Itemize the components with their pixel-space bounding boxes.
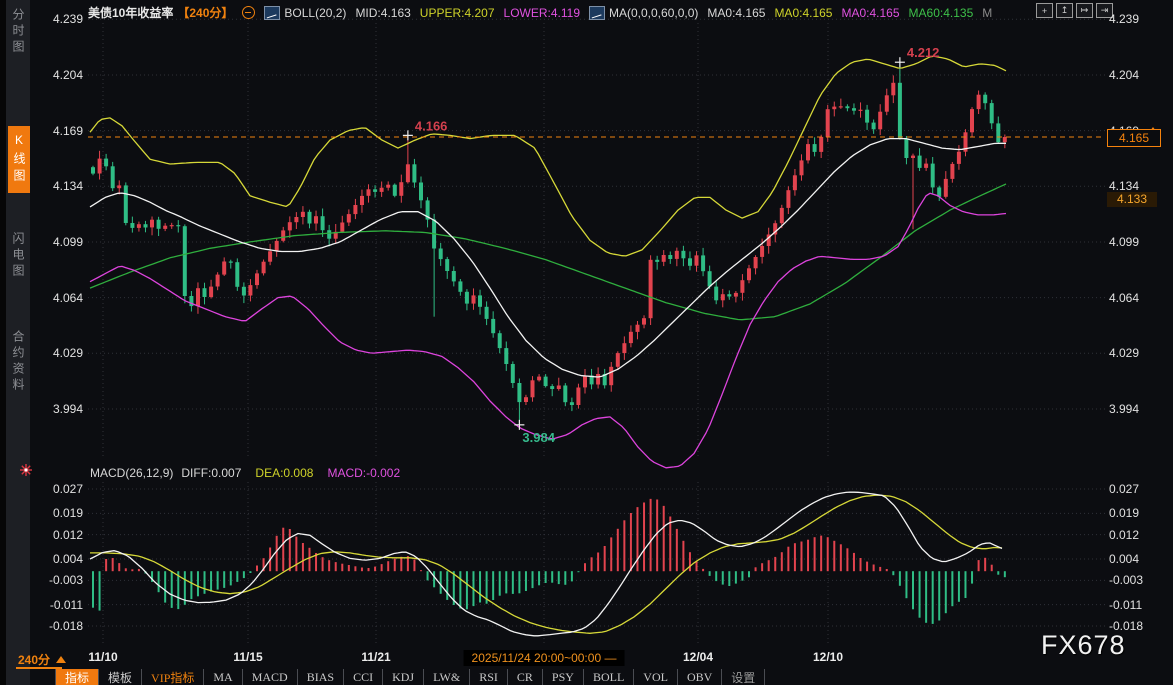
boll-indicator-icon[interactable] xyxy=(264,6,280,20)
axis-label: 0.019 xyxy=(3,506,83,520)
toolbar-button-bias[interactable]: BIAS xyxy=(298,669,344,685)
symbol-title: 美债10年收益率 xyxy=(88,4,173,21)
toolbar-button-kdj[interactable]: KDJ xyxy=(383,669,424,685)
toolbar-button-rsi[interactable]: RSI xyxy=(470,669,508,685)
macd-diff-value: DIFF:0.007 xyxy=(181,466,241,480)
axis-label: 4.029 xyxy=(1109,346,1173,360)
collapse-icon[interactable] xyxy=(242,6,255,19)
boll-upper-value: UPPER:4.207 xyxy=(420,6,495,20)
axis-label: 0.027 xyxy=(3,482,83,496)
macd-header: MACD(26,12,9) DIFF:0.007 DEA:0.008 MACD:… xyxy=(90,466,400,480)
trading-app-window: 4.1664.2123.984 分时图 K线图 闪电图 合约资料 美债10年收益… xyxy=(0,0,1173,685)
date-label: 11/15 xyxy=(233,650,262,664)
axis-label: 3.994 xyxy=(3,402,83,416)
ma-suffix: M xyxy=(982,6,992,20)
axis-label: -0.003 xyxy=(3,573,83,587)
macd-dea-value: DEA:0.008 xyxy=(255,466,313,480)
macd-layer xyxy=(90,492,1005,636)
timeframe-selector[interactable]: 240分 xyxy=(18,651,66,668)
current-price-badge: 4.165 xyxy=(1107,129,1161,147)
axis-label: -0.018 xyxy=(3,619,83,633)
axis-label: -0.011 xyxy=(3,598,83,612)
ma0-yellow-value: MA0:4.165 xyxy=(774,6,832,20)
toolbar-button-macd[interactable]: MACD xyxy=(243,669,298,685)
axis-label: 0.012 xyxy=(3,528,83,542)
toolbar-button-vip-indicator[interactable]: VIP指标 xyxy=(142,669,204,685)
chart-canvas: 4.166 4.212 3.984 xyxy=(0,0,1173,685)
axis-label: 4.204 xyxy=(1109,68,1173,82)
scale-right-icon[interactable]: ↦ xyxy=(1076,3,1093,18)
gridlines xyxy=(88,19,1105,645)
axis-label: 4.169 xyxy=(3,124,83,138)
toolbar-button-lw[interactable]: LW& xyxy=(424,669,470,685)
timeframe-label: 240分 xyxy=(18,651,50,668)
axis-label: 4.099 xyxy=(1109,235,1173,249)
date-label: 12/04 xyxy=(683,650,713,664)
sidebar-item-contract-info[interactable]: 合约资料 xyxy=(9,330,27,394)
annotations: 4.166 4.212 3.984 xyxy=(403,45,940,445)
axis-label: 4.204 xyxy=(3,68,83,82)
toolbar-button-obv[interactable]: OBV xyxy=(678,669,722,685)
boll-lower-value: LOWER:4.119 xyxy=(504,6,580,20)
date-label: 12/10 xyxy=(813,650,843,664)
alert-star-icon[interactable] xyxy=(19,463,33,482)
ma-name: MA(0,0,0,60,0,0) xyxy=(609,6,698,20)
axis-label: 4.134 xyxy=(3,179,83,193)
macd-name: MACD(26,12,9) xyxy=(90,466,173,480)
toolbar-button-boll[interactable]: BOLL xyxy=(584,669,634,685)
axis-label: 4.064 xyxy=(1109,291,1173,305)
ma-indicator-icon[interactable] xyxy=(589,6,605,20)
axis-label: 4.239 xyxy=(1109,12,1173,26)
boll-mid-value: MID:4.163 xyxy=(355,6,410,20)
chart-header: 美债10年收益率【240分】 BOLL(20,2) MID:4.163 UPPE… xyxy=(88,4,992,21)
toolbar-button-cr[interactable]: CR xyxy=(508,669,543,685)
axis-label: -0.011 xyxy=(1109,598,1173,612)
period-label: 【240分】 xyxy=(177,4,233,21)
toolbar-button-cci[interactable]: CCI xyxy=(344,669,383,685)
scale-up-icon[interactable]: ↥ xyxy=(1056,3,1073,18)
toolbar-button-psy[interactable]: PSY xyxy=(543,669,584,685)
crosshair-icon[interactable]: + xyxy=(1036,3,1053,18)
toolbar-button-vol[interactable]: VOL xyxy=(634,669,678,685)
watermark: FX678 xyxy=(1041,630,1126,661)
price-annotation: 3.984 xyxy=(522,430,555,445)
ma0-white-value: MA0:4.165 xyxy=(707,6,765,20)
axis-label: 3.994 xyxy=(1109,402,1173,416)
date-axis: 11/10 11/15 11/21 2025/11/24 20:00~00:00 — 1… xyxy=(0,650,1173,667)
indicator-toolbar: 指标 模板 VIP指标 MA MACD BIAS CCI KDJ LW& RSI… xyxy=(55,669,765,685)
overlay-lines xyxy=(88,56,1105,468)
date-label: 11/10 xyxy=(88,650,117,664)
boll-name: BOLL(20,2) xyxy=(284,6,346,20)
axis-label: 4.029 xyxy=(3,346,83,360)
timeframe-up-icon xyxy=(56,656,66,663)
toolbar-button-settings[interactable]: 设置 xyxy=(722,669,765,685)
axis-label: 0.019 xyxy=(1109,506,1173,520)
axis-label: 0.012 xyxy=(1109,528,1173,542)
axis-label: -0.003 xyxy=(1109,573,1173,587)
axis-label: 4.239 xyxy=(3,12,83,26)
macd-macd-value: MACD:-0.002 xyxy=(327,466,400,480)
axis-label: 0.004 xyxy=(1109,552,1173,566)
selected-bar-timestamp: 2025/11/24 20:00~00:00 — xyxy=(464,650,625,666)
secondary-price-badge: 4.133 xyxy=(1107,192,1157,207)
axis-label: 0.027 xyxy=(1109,482,1173,496)
candles-layer xyxy=(91,62,1007,425)
ma0-magenta-value: MA0:4.165 xyxy=(841,6,899,20)
axis-label: 4.099 xyxy=(3,235,83,249)
axis-label: 0.004 xyxy=(3,552,83,566)
axis-label: 4.064 xyxy=(3,291,83,305)
ma60-value: MA60:4.135 xyxy=(909,6,974,20)
toolbar-button-indicator[interactable]: 指标 xyxy=(55,669,99,685)
chart-tool-icons: + ↥ ↦ ⇥ xyxy=(1036,3,1113,18)
toolbar-button-ma[interactable]: MA xyxy=(204,669,242,685)
toolbar-button-template[interactable]: 模板 xyxy=(99,669,142,685)
price-annotation: 4.212 xyxy=(907,45,940,60)
price-annotation: 4.166 xyxy=(415,118,448,133)
date-label: 11/21 xyxy=(361,650,390,664)
